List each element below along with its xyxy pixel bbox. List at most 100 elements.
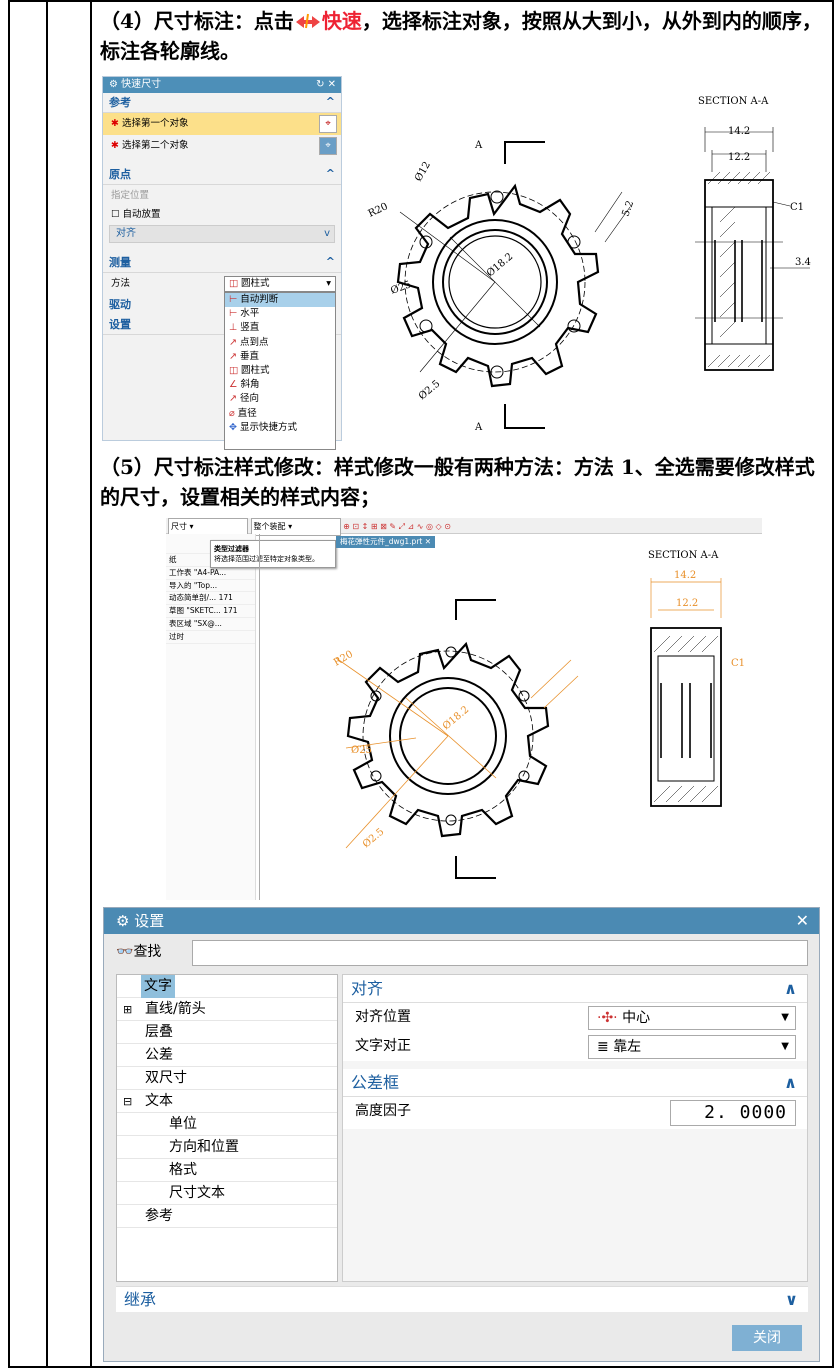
method-option[interactable]: ↗ 点到点 xyxy=(225,336,335,350)
step4-prefix: （4）尺寸标注：点击 xyxy=(100,9,294,33)
step5-paragraph: （5）尺寸标注样式修改：样式修改一般有两种方法：方法 1、全选需要修改样式的尺寸… xyxy=(100,452,825,512)
specify-position[interactable]: 指定位置 xyxy=(103,185,341,207)
list-item[interactable]: 草图 "SKETC... 171 xyxy=(166,605,255,618)
section-mark: A xyxy=(474,140,483,151)
step5-text: （5）尺寸标注样式修改：样式修改一般有两种方法：方法 1、全选需要修改样式的尺寸… xyxy=(100,455,815,509)
svg-text:Ø18.2: Ø18.2 xyxy=(441,704,471,732)
svg-text:R20: R20 xyxy=(367,201,390,220)
chevron-down-icon[interactable]: ∨ xyxy=(785,1287,798,1313)
section-tolerance-frame[interactable]: 公差框 ∧ xyxy=(343,1069,807,1097)
svg-text:12.2: 12.2 xyxy=(676,598,698,609)
tree-item-lines-arrows[interactable]: ⊞ 直线/箭头 xyxy=(117,998,337,1021)
tree-item-format[interactable]: 格式 xyxy=(117,1159,337,1182)
align-position-row: 对齐位置 ·✣· 中心 ▼ xyxy=(343,1003,807,1032)
drawing-1: SECTION A-A A A Ø12 R20 Ø18.2 Ø25 Ø2.5 5… xyxy=(367,96,811,433)
method-option[interactable]: ⊢ 自动判断 xyxy=(225,293,335,308)
height-factor-row: 高度因子 2. 0000 xyxy=(343,1097,807,1129)
section-title: SECTION A-A xyxy=(698,96,769,107)
collapse-icon[interactable]: ⊟ xyxy=(123,1090,132,1113)
method-option[interactable]: ∠ 斜角 xyxy=(225,378,335,392)
svg-text:Ø2.5: Ø2.5 xyxy=(361,826,387,850)
step4-paragraph: （4）尺寸标注：点击 快速，选择标注对象，按照从大到小，从外到内的顺序，标注各轮廓… xyxy=(100,6,825,66)
chevron-up-icon[interactable]: ^ xyxy=(326,94,335,110)
chevron-up-icon[interactable]: ^ xyxy=(326,254,335,270)
tree-item-tolerance[interactable]: 公差 xyxy=(117,1044,337,1067)
svg-text:5.2: 5.2 xyxy=(620,199,636,218)
chevron-down-icon: ▼ xyxy=(781,1012,789,1023)
tree-item-orientation[interactable]: 方向和位置 xyxy=(117,1136,337,1159)
tree-item-text-group[interactable]: ⊟ 文本 xyxy=(117,1090,337,1113)
svg-text:Ø18.2: Ø18.2 xyxy=(485,251,515,279)
toolbar-icons[interactable]: ⊕ ⊡ ↕ ⊞ ⊠ ✎ ⤢ ⊿ ∿ ◎ ◇ ⊙ xyxy=(343,522,451,531)
method-combo[interactable]: ◫ 圆柱式 ▾ xyxy=(224,276,336,292)
svg-text:C1: C1 xyxy=(731,658,745,669)
drawing-2: SECTION A-A 14.2 12.2 C1 R20 Ø25 Ø18.2 Ø… xyxy=(332,550,745,879)
method-option[interactable]: ⌀ 直径 xyxy=(225,407,335,421)
table-column-1 xyxy=(10,2,48,1366)
quick-dimension-icon xyxy=(294,8,322,29)
method-option[interactable]: ↗ 垂直 xyxy=(225,350,335,364)
chevron-down-icon: v xyxy=(324,228,330,239)
text-justify-select[interactable]: ≣ 靠左 ▼ xyxy=(588,1035,796,1059)
crosshair-icon[interactable]: ⌖ xyxy=(319,115,337,133)
method-dropdown-list: ⊢ 自动判断 ⊢ 水平 ⊥ 竖直 ↗ 点到点 ↗ 垂直 ◫ 圆柱式 ∠ 斜角 ↗ 径向 ⌀ 直径 … xyxy=(224,292,336,450)
table-column-2 xyxy=(48,2,92,1366)
list-item[interactable]: 过时 xyxy=(166,631,255,644)
close-icon[interactable]: ✕ xyxy=(796,908,809,934)
list-item[interactable]: 表区域 "SX@... xyxy=(166,618,255,631)
tree-item-text[interactable]: 文字 xyxy=(117,975,337,998)
tree-item-reference[interactable]: 参考 xyxy=(117,1205,337,1228)
svg-text:12.2: 12.2 xyxy=(728,152,750,163)
method-option[interactable]: ↗ 径向 xyxy=(225,392,335,406)
section-mark: A xyxy=(474,422,483,433)
svg-text:3.4: 3.4 xyxy=(795,257,811,268)
align-position-select[interactable]: ·✣· 中心 ▼ xyxy=(588,1006,796,1030)
chevron-up-icon[interactable]: ^ xyxy=(326,166,335,182)
svg-text:Ø25: Ø25 xyxy=(351,745,372,756)
svg-text:SECTION A-A: SECTION A-A xyxy=(648,550,719,561)
method-option[interactable]: ◫ 圆柱式 xyxy=(225,364,335,378)
settings-panel: 对齐 ∧ 对齐位置 ·✣· 中心 ▼ 文字对正 ≣ 靠左 ▼ 公差框 ∧ 高度因子 2.… xyxy=(342,974,808,1282)
settings-dialog: ⚙ 设置 ✕ 👓查找 文字 ⊞ 直线/箭头 层叠 公差 双尺寸 ⊟ 文本 单位 方向和… xyxy=(103,907,820,1362)
expand-icon[interactable]: ⊞ xyxy=(123,998,132,1021)
select-second-object[interactable]: ✱ 选择第二个对象 ⌖ xyxy=(103,135,341,157)
align-select[interactable]: 对齐 v xyxy=(109,225,335,243)
find-label: 👓查找 xyxy=(116,944,162,960)
list-item[interactable]: 工作表 "A4-PA... xyxy=(166,567,255,580)
close-button[interactable]: 关闭 xyxy=(732,1325,802,1351)
scope-combo[interactable]: 整个装配 ▾ xyxy=(250,518,341,536)
tree-item-units[interactable]: 单位 xyxy=(117,1113,337,1136)
toolbar: 尺寸 ▾ 整个装配 ▾ ⊕ ⊡ ↕ ⊞ ⊠ ✎ ⤢ ⊿ ∿ ◎ ◇ ⊙ xyxy=(166,518,762,536)
section-reference[interactable]: 参考 ^ xyxy=(103,93,341,113)
file-tab[interactable]: 梅花弹性元件_dwg1.prt ✕ xyxy=(336,536,436,548)
dialog-title-bar: ⚙ 设置 ✕ xyxy=(104,908,819,934)
height-factor-input[interactable]: 2. 0000 xyxy=(670,1100,796,1126)
crosshair-icon[interactable]: ⌖ xyxy=(319,137,337,155)
svg-text:14.2: 14.2 xyxy=(674,570,696,581)
search-input[interactable] xyxy=(192,940,808,966)
chevron-up-icon[interactable]: ∧ xyxy=(784,975,797,1003)
nx-screenshot: 尺寸 ▾ 整个装配 ▾ ⊕ ⊡ ↕ ⊞ ⊠ ✎ ⤢ ⊿ ∿ ◎ ◇ ⊙ 纸 工作… xyxy=(166,518,762,900)
select-first-object[interactable]: ✱ 选择第一个对象 ⌖ xyxy=(103,113,341,135)
method-option[interactable]: ⊢ 水平 xyxy=(225,307,335,321)
tree-item-stack[interactable]: 层叠 xyxy=(117,1021,337,1044)
auto-place-checkbox[interactable]: ☐ 自动放置 xyxy=(103,207,341,223)
gear-icon: ⚙ xyxy=(116,912,130,930)
svg-text:Ø25: Ø25 xyxy=(389,279,412,296)
list-item[interactable]: 动态简单剖/... 171 xyxy=(166,592,255,606)
section-origin[interactable]: 原点 ^ xyxy=(103,165,341,185)
section-alignment[interactable]: 对齐 ∧ xyxy=(343,975,807,1003)
section-measure[interactable]: 测量 ^ xyxy=(103,253,341,273)
text-justify-row: 文字对正 ≣ 靠左 ▼ xyxy=(343,1032,807,1061)
tree-item-dim-text[interactable]: 尺寸文本 xyxy=(117,1182,337,1205)
svg-text:14.2: 14.2 xyxy=(728,126,750,137)
method-option[interactable]: ⊥ 竖直 xyxy=(225,321,335,335)
method-option[interactable]: ✥ 显示快捷方式 xyxy=(225,421,335,435)
tree-item-dual-dim[interactable]: 双尺寸 xyxy=(117,1067,337,1090)
section-inherit[interactable]: 继承 ∨ xyxy=(116,1286,808,1312)
svg-text:C1: C1 xyxy=(790,202,804,213)
chevron-up-icon[interactable]: ∧ xyxy=(784,1069,797,1097)
list-item[interactable]: 导入的 "Top... xyxy=(166,580,255,593)
dialog-title: ⚙ 快速尺寸 ↻ ✕ xyxy=(103,77,341,93)
chevron-down-icon: ▼ xyxy=(781,1041,789,1052)
